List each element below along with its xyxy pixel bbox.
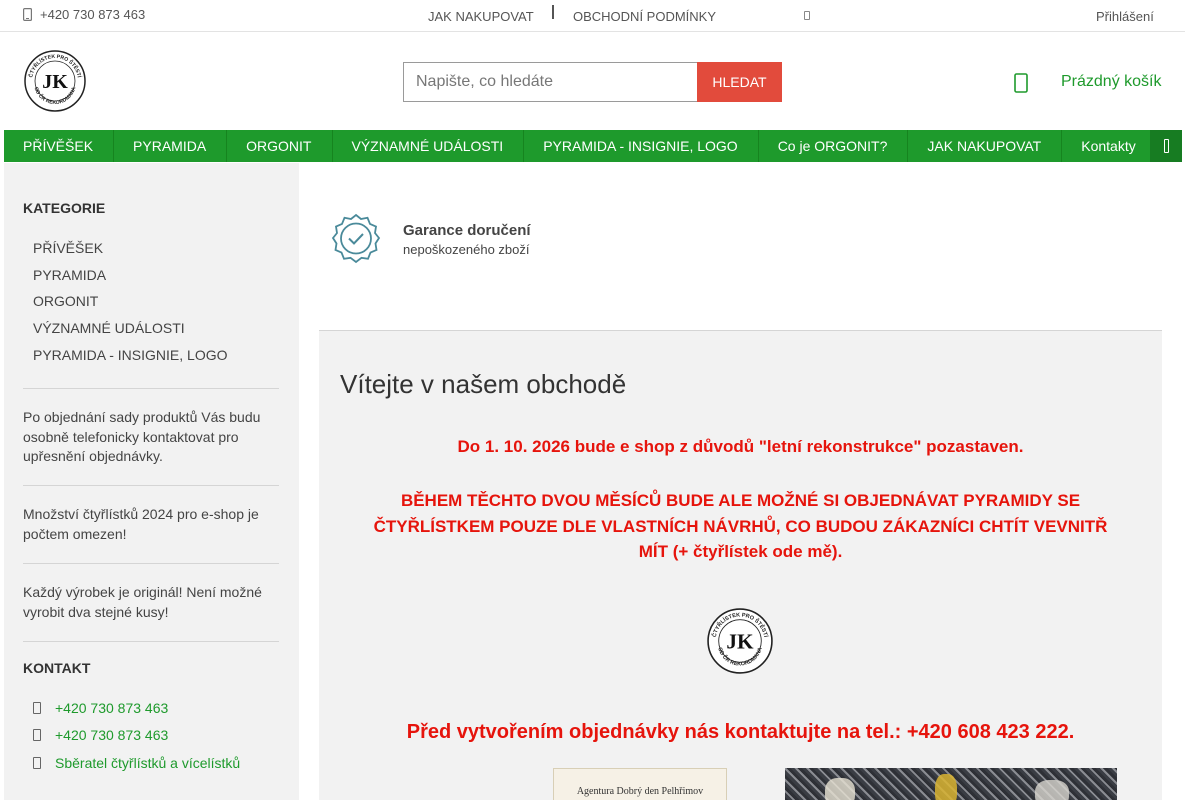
search-bar: Napište, co hledáte HLEDAT: [403, 62, 782, 102]
sidebar-note-limited: Množství čtyřlístků 2024 pro e-shop je p…: [23, 506, 259, 542]
sidebar-item-insignia[interactable]: PYRAMIDA - INSIGNIE, LOGO: [33, 347, 227, 363]
sidebar-divider: [23, 485, 279, 486]
welcome-heading: Vítejte v našem obchodě: [340, 369, 627, 399]
nav-item-how-to-buy[interactable]: JAK NAKUPOVAT: [908, 130, 1063, 162]
contact-phone-1[interactable]: +420 730 873 463: [33, 700, 168, 716]
product-photo[interactable]: [785, 768, 1117, 800]
main-nav: PŘÍVĚŠEK PYRAMIDA ORGONIT VÝZNAMNÉ UDÁLO…: [4, 130, 1182, 162]
guarantee-badge-icon: [331, 213, 381, 264]
nav-item-events[interactable]: VÝZNAMNÉ UDÁLOSTI: [333, 130, 525, 162]
notice-closure: Do 1. 10. 2026 bude e shop z důvodů "let…: [457, 437, 1024, 456]
top-link-terms[interactable]: OBCHODNÍ PODMÍNKY: [573, 9, 716, 24]
sidebar-divider: [23, 641, 279, 642]
login-link[interactable]: Přihlášení: [1096, 9, 1154, 24]
categories-title: KATEGORIE: [23, 200, 106, 216]
phone-icon: [33, 729, 41, 741]
svg-text:JK: JK: [42, 71, 68, 93]
contact-title: KONTAKT: [23, 660, 91, 676]
top-divider: [552, 5, 554, 19]
sidebar-item-orgonite[interactable]: ORGONIT: [33, 293, 98, 309]
sidebar-note-original: Každý výrobek je originál! Není možné vy…: [23, 584, 262, 620]
nav-menu-button[interactable]: [1150, 130, 1182, 162]
nav-item-contacts[interactable]: Kontakty: [1062, 130, 1155, 162]
top-bar: +420 730 873 463 JAK NAKUPOVAT OBCHODNÍ …: [0, 0, 1185, 32]
content-logo: ČTYŘLÍSTEK PRO ŠTĚSTÍ OD ČR REKORDMANA J…: [707, 608, 773, 674]
sidebar-divider: [23, 563, 279, 564]
sidebar-item-pendant[interactable]: PŘÍVĚŠEK: [33, 240, 103, 256]
certificate-image[interactable]: Agentura Dobrý den Pelhřimov: [553, 768, 727, 800]
search-button[interactable]: HLEDAT: [697, 62, 782, 102]
mobile-icon[interactable]: [804, 11, 810, 20]
welcome-panel: Vítejte v našem obchodě Do 1. 10. 2026 b…: [319, 330, 1162, 800]
contact-phone-2-text: +420 730 873 463: [55, 727, 169, 743]
menu-icon: [1163, 139, 1169, 153]
sidebar-item-pyramid[interactable]: PYRAMIDA: [33, 267, 106, 283]
nav-item-insignia[interactable]: PYRAMIDA - INSIGNIE, LOGO: [524, 130, 759, 162]
nav-item-orgonite[interactable]: ORGONIT: [227, 130, 333, 162]
contact-phone-2[interactable]: +420 730 873 463: [33, 727, 168, 743]
nav-item-pendant[interactable]: PŘÍVĚŠEK: [4, 130, 115, 162]
contact-link-text: Sběratel čtyřlístků a vícelístků: [55, 755, 241, 771]
top-phone-number: +420 730 873 463: [40, 7, 146, 22]
top-phone[interactable]: +420 730 873 463: [23, 7, 145, 22]
svg-text:JK: JK: [726, 629, 754, 653]
cart-icon[interactable]: [1014, 73, 1028, 93]
sidebar-note-contact: Po objednání sady produktů Vás budu osob…: [23, 409, 261, 464]
sidebar: KATEGORIE PŘÍVĚŠEK PYRAMIDA ORGONIT VÝZN…: [4, 163, 299, 800]
cart-link[interactable]: Prázdný košík: [1061, 73, 1161, 91]
top-link-how-to-buy[interactable]: JAK NAKUPOVAT: [428, 9, 534, 24]
nav-item-pyramid[interactable]: PYRAMIDA: [114, 130, 228, 162]
phone-icon: [23, 8, 32, 21]
link-icon: [33, 757, 41, 769]
site-logo[interactable]: ČTYŘLÍSTEK PRO ŠTĚSTÍ OD ČR REKORDMANA J…: [24, 50, 86, 112]
notice-contact-phone: Před vytvořením objednávky nás kontaktuj…: [406, 721, 1075, 743]
sidebar-item-events[interactable]: VÝZNAMNÉ UDÁLOSTI: [33, 320, 185, 336]
contact-link[interactable]: Sběratel čtyřlístků a vícelístků: [33, 755, 240, 771]
contact-phone-1-text: +420 730 873 463: [55, 700, 169, 716]
guarantee-title: Garance doručení: [403, 222, 531, 239]
phone-icon: [33, 702, 41, 714]
search-input[interactable]: Napište, co hledáte: [403, 62, 697, 102]
sidebar-divider: [23, 388, 279, 389]
certificate-caption: Agentura Dobrý den Pelhřimov: [576, 786, 704, 797]
nav-item-what-is-orgonite[interactable]: Co je ORGONIT?: [759, 130, 909, 162]
notice-custom-orders: BĚHEM TĚCHTO DVOU MĚSÍCŮ BUDE ALE MOŽNÉ …: [373, 491, 1108, 561]
guarantee-subtitle: nepoškozeného zboží: [403, 242, 530, 257]
